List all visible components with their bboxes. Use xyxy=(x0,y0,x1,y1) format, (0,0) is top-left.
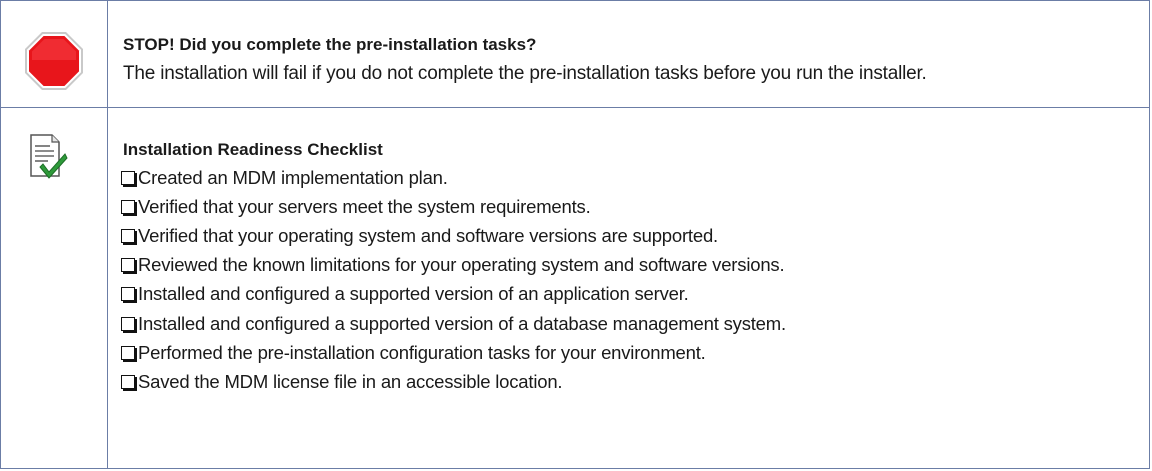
checklist-document-icon xyxy=(30,134,68,179)
checkbox-icon[interactable] xyxy=(121,228,135,243)
checklist-item-label: Performed the pre-installation configura… xyxy=(138,341,706,363)
stop-text-cell: STOP! Did you complete the pre-installat… xyxy=(108,1,1149,107)
checklist-item: Created an MDM implementation plan. xyxy=(121,163,786,192)
checklist-item-label: Verified that your operating system and … xyxy=(138,224,718,246)
checklist-title: Installation Readiness Checklist xyxy=(123,140,383,159)
checklist-item-label: Installed and configured a supported ver… xyxy=(138,283,689,305)
checklist-item: Verified that your servers meet the syst… xyxy=(121,192,786,221)
checklist-text-cell: Installation Readiness Checklist Created… xyxy=(108,107,1149,468)
checkbox-icon[interactable] xyxy=(121,170,135,185)
stop-row: STOP! Did you complete the pre-installat… xyxy=(1,1,1149,108)
checklist-item: Performed the pre-installation configura… xyxy=(121,338,786,367)
checkbox-icon[interactable] xyxy=(121,258,135,273)
checklist-item: Saved the MDM license file in an accessi… xyxy=(121,367,786,396)
checkbox-icon[interactable] xyxy=(121,374,135,389)
stop-sign-icon xyxy=(25,32,83,90)
notice-table: STOP! Did you complete the pre-installat… xyxy=(0,0,1150,469)
checklist: Created an MDM implementation plan. Veri… xyxy=(121,163,786,397)
checklist-item: Installed and configured a supported ver… xyxy=(121,280,786,309)
checkbox-icon[interactable] xyxy=(121,345,135,360)
checklist-item-label: Installed and configured a supported ver… xyxy=(138,312,786,334)
checklist-item: Reviewed the known limitations for your … xyxy=(121,251,786,280)
checklist-row: Installation Readiness Checklist Created… xyxy=(1,107,1149,468)
checklist-item: Verified that your operating system and … xyxy=(121,221,786,250)
checklist-item-label: Saved the MDM license file in an accessi… xyxy=(138,370,563,392)
checkbox-icon[interactable] xyxy=(121,287,135,302)
checklist-item-label: Created an MDM implementation plan. xyxy=(138,166,448,188)
checkbox-icon[interactable] xyxy=(121,316,135,331)
checkbox-icon[interactable] xyxy=(121,199,135,214)
checklist-icon-cell xyxy=(1,107,108,468)
checklist-item-label: Reviewed the known limitations for your … xyxy=(138,254,785,276)
stop-title: STOP! Did you complete the pre-installat… xyxy=(123,35,537,54)
checklist-item-label: Verified that your servers meet the syst… xyxy=(138,195,591,217)
stop-body: The installation will fail if you do not… xyxy=(123,63,927,84)
checklist-item: Installed and configured a supported ver… xyxy=(121,309,786,338)
stop-icon-cell xyxy=(1,1,108,107)
